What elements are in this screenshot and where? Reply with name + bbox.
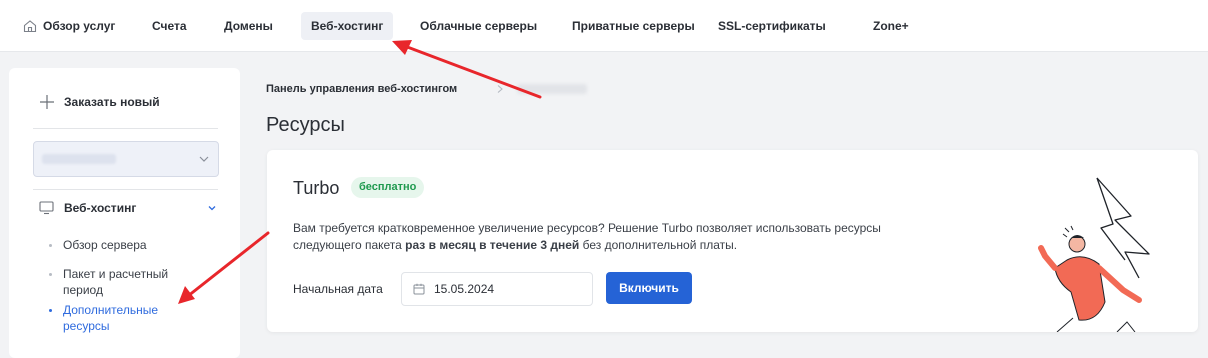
home-icon	[23, 20, 37, 33]
sidebar-divider	[33, 128, 218, 129]
redacted-account-value	[42, 154, 116, 164]
bullet	[49, 273, 52, 276]
description-line-2: следующего пакета раз в месяц в течение …	[293, 237, 943, 254]
sidebar-item-server-overview[interactable]: Обзор сервера	[49, 237, 223, 253]
sidebar-divider	[33, 189, 218, 190]
nav-overview[interactable]: Обзор услуг	[23, 12, 115, 40]
chevron-down-icon	[208, 206, 216, 211]
nav-overview-label: Обзор услуг	[43, 19, 116, 33]
order-new-button[interactable]: Заказать новый	[39, 93, 160, 111]
nav-invoices[interactable]: Счета	[152, 12, 187, 40]
sidebar-section-web-hosting[interactable]: Веб-хостинг	[39, 199, 217, 217]
turbo-illustration	[1038, 177, 1150, 332]
start-date-input[interactable]: 15.05.2024	[401, 272, 593, 306]
bullet	[49, 244, 52, 247]
sidebar: Заказать новый Веб-хостинг Обзор сервера…	[9, 68, 240, 358]
description-line-1: Вам требуется кратковременное увеличение…	[293, 221, 881, 235]
sidebar-item-package-billing[interactable]: Пакет и расчетный период	[49, 266, 193, 298]
chevron-down-icon	[199, 156, 209, 162]
description-text: без дополнительной платы.	[579, 238, 738, 252]
nav-cloud-servers[interactable]: Облачные серверы	[420, 12, 537, 40]
start-date-value: 15.05.2024	[434, 282, 495, 296]
hosting-account-select[interactable]	[33, 141, 219, 177]
nav-private-servers[interactable]: Приватные серверы	[572, 12, 695, 40]
nav-zone-plus[interactable]: Zone+	[873, 12, 909, 40]
order-new-label: Заказать новый	[64, 95, 160, 109]
page-title: Ресурсы	[266, 114, 345, 136]
monitor-icon	[39, 201, 54, 215]
turbo-card: Turbo бесплатно Вам требуется кратковрем…	[267, 150, 1198, 332]
sidebar-item-additional-resources[interactable]: Дополнительные ресурсы	[49, 302, 183, 334]
description-emphasis: раз в месяц в течение 3 дней	[405, 238, 580, 252]
turbo-description: Вам требуется кратковременное увеличение…	[293, 220, 943, 254]
calendar-icon	[413, 283, 425, 295]
sidebar-item-label: Дополнительные ресурсы	[63, 303, 158, 333]
sidebar-section-label: Веб-хостинг	[64, 201, 137, 215]
nav-domains[interactable]: Домены	[224, 12, 273, 40]
turbo-title: Turbo	[293, 178, 340, 198]
sidebar-item-label: Пакет и расчетный период	[63, 267, 169, 297]
start-date-label: Начальная дата	[293, 282, 383, 296]
sidebar-item-label: Обзор сервера	[63, 238, 147, 252]
bullet	[49, 309, 52, 312]
breadcrumb-redacted-item	[517, 84, 587, 94]
description-text: следующего пакета	[293, 238, 406, 252]
nav-ssl-certificates[interactable]: SSL-сертификаты	[718, 12, 826, 40]
nav-web-hosting[interactable]: Веб-хостинг	[301, 12, 394, 40]
free-badge: бесплатно	[351, 177, 425, 198]
chevron-right-icon	[497, 85, 503, 93]
enable-turbo-button[interactable]: Включить	[606, 272, 692, 304]
breadcrumb-root-link[interactable]: Панель управления веб-хостингом	[266, 81, 457, 97]
top-navigation: Обзор услуг Счета Домены Веб-хостинг Обл…	[0, 0, 1208, 52]
plus-icon	[40, 95, 54, 109]
